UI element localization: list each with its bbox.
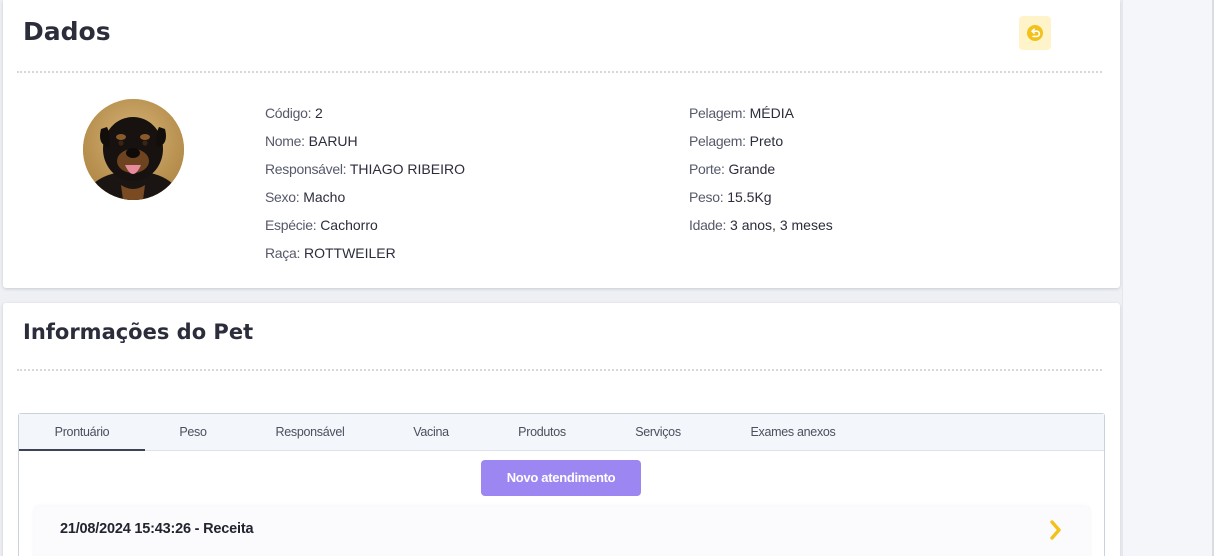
- tab-vacina[interactable]: Vacina: [387, 414, 475, 451]
- field-peso: Peso: 15.5Kg: [689, 189, 772, 205]
- dados-card: Dados Código: 2 Nome: BARUH Responsável:…: [3, 0, 1120, 288]
- field-porte: Porte: Grande: [689, 161, 776, 177]
- tabs-panel: Prontuário Peso Responsável Vacina Produ…: [18, 413, 1105, 556]
- right-panel: [1122, 0, 1214, 556]
- novo-atendimento-button[interactable]: Novo atendimento: [481, 460, 641, 496]
- field-idade: Idade: 3 anos, 3 meses: [689, 217, 833, 233]
- undo-arrow-icon: [1027, 25, 1043, 41]
- chevron-right-icon: [1050, 520, 1061, 540]
- field-codigo: Código: 2: [265, 105, 323, 121]
- field-pelagem-cor: Pelagem: Preto: [689, 133, 784, 149]
- info-title: Informações do Pet: [23, 320, 254, 344]
- field-especie: Espécie: Cachorro: [265, 217, 378, 233]
- field-pelagem-tipo: Pelagem: MÉDIA: [689, 105, 794, 121]
- tab-bar: Prontuário Peso Responsável Vacina Produ…: [19, 414, 1104, 451]
- info-card: Informações do Pet Prontuário Peso Respo…: [3, 303, 1120, 556]
- pet-avatar: [83, 99, 184, 200]
- field-nome: Nome: BARUH: [265, 133, 358, 149]
- divider: [17, 71, 1102, 73]
- back-button[interactable]: [1019, 16, 1051, 50]
- field-responsavel: Responsável: THIAGO RIBEIRO: [265, 161, 465, 177]
- tab-prontuario[interactable]: Prontuário: [19, 414, 145, 451]
- tab-servicos[interactable]: Serviços: [613, 414, 703, 451]
- field-raca: Raça: ROTTWEILER: [265, 245, 396, 261]
- tab-exames-anexos[interactable]: Exames anexos: [737, 414, 849, 451]
- tab-peso[interactable]: Peso: [145, 414, 241, 451]
- pet-fields-right: Pelagem: MÉDIA Pelagem: Preto Porte: Gra…: [689, 99, 833, 239]
- field-sexo: Sexo: Macho: [265, 189, 346, 205]
- pet-fields-left: Código: 2 Nome: BARUH Responsável: THIAG…: [265, 99, 465, 267]
- main-area: Dados Código: 2 Nome: BARUH Responsável:…: [0, 0, 1122, 556]
- divider: [17, 369, 1102, 371]
- tab-produtos[interactable]: Produtos: [497, 414, 587, 451]
- dados-title: Dados: [23, 17, 111, 46]
- tab-responsavel[interactable]: Responsável: [251, 414, 369, 451]
- record-item[interactable]: 21/08/2024 15:43:26 - Receita: [34, 506, 1090, 556]
- record-title: 21/08/2024 15:43:26 - Receita: [60, 521, 254, 537]
